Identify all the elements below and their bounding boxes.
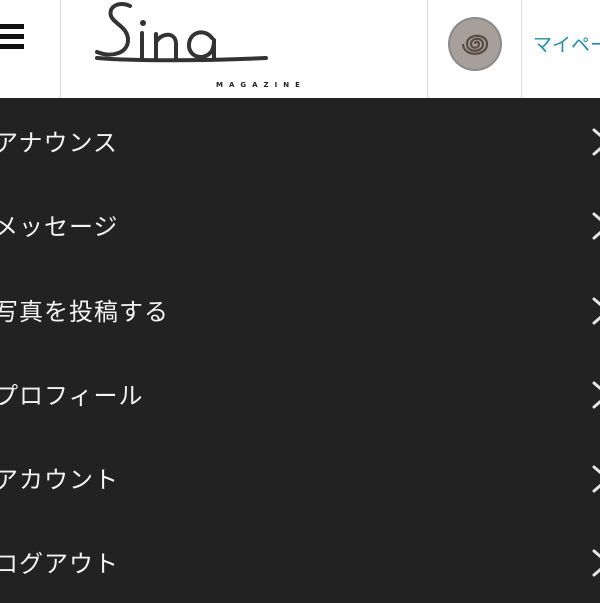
menu-item-messages[interactable]: メッセージ [0, 182, 600, 266]
menu-item-label: アナウンス [0, 129, 119, 157]
chevron-right-icon [592, 465, 600, 493]
menu-item-profile[interactable]: プロフィール [0, 351, 600, 435]
menu-item-announce[interactable]: アナウンス [0, 98, 600, 182]
hamburger-icon [0, 24, 24, 29]
hamburger-icon [0, 44, 24, 49]
hamburger-icon [0, 34, 24, 39]
logo-i-dot [140, 20, 146, 26]
menu-item-label: アカウント [0, 466, 119, 494]
chevron-right-icon [592, 212, 600, 240]
menu-item-account[interactable]: アカウント [0, 435, 600, 519]
avatar[interactable] [447, 16, 503, 72]
menu-item-label: 写真を投稿する [0, 298, 169, 326]
menu-item-label: メッセージ [0, 213, 119, 241]
menu-item-logout[interactable]: ログアウト [0, 519, 600, 603]
hamburger-menu-button[interactable] [0, 24, 26, 60]
menu-item-label: プロフィール [0, 382, 144, 410]
app-header: MAGAZINE マイページ [0, 0, 600, 98]
site-logo[interactable]: MAGAZINE [92, 0, 300, 98]
header-divider [427, 0, 428, 98]
chevron-right-icon [592, 128, 600, 156]
menu-item-label: ログアウト [0, 550, 119, 578]
mypage-link[interactable]: マイページ [533, 30, 600, 57]
logo-subtitle: MAGAZINE [216, 81, 306, 89]
menu-item-post-photo[interactable]: 写真を投稿する [0, 267, 600, 351]
spiral-avatar-icon [448, 17, 502, 71]
chevron-right-icon [592, 297, 600, 325]
header-divider [60, 0, 61, 98]
chevron-right-icon [592, 549, 600, 577]
chevron-right-icon [592, 381, 600, 409]
header-divider [521, 0, 522, 98]
side-menu: アナウンスメッセージ写真を投稿する プロフィール アカウントログアウト [0, 98, 600, 600]
